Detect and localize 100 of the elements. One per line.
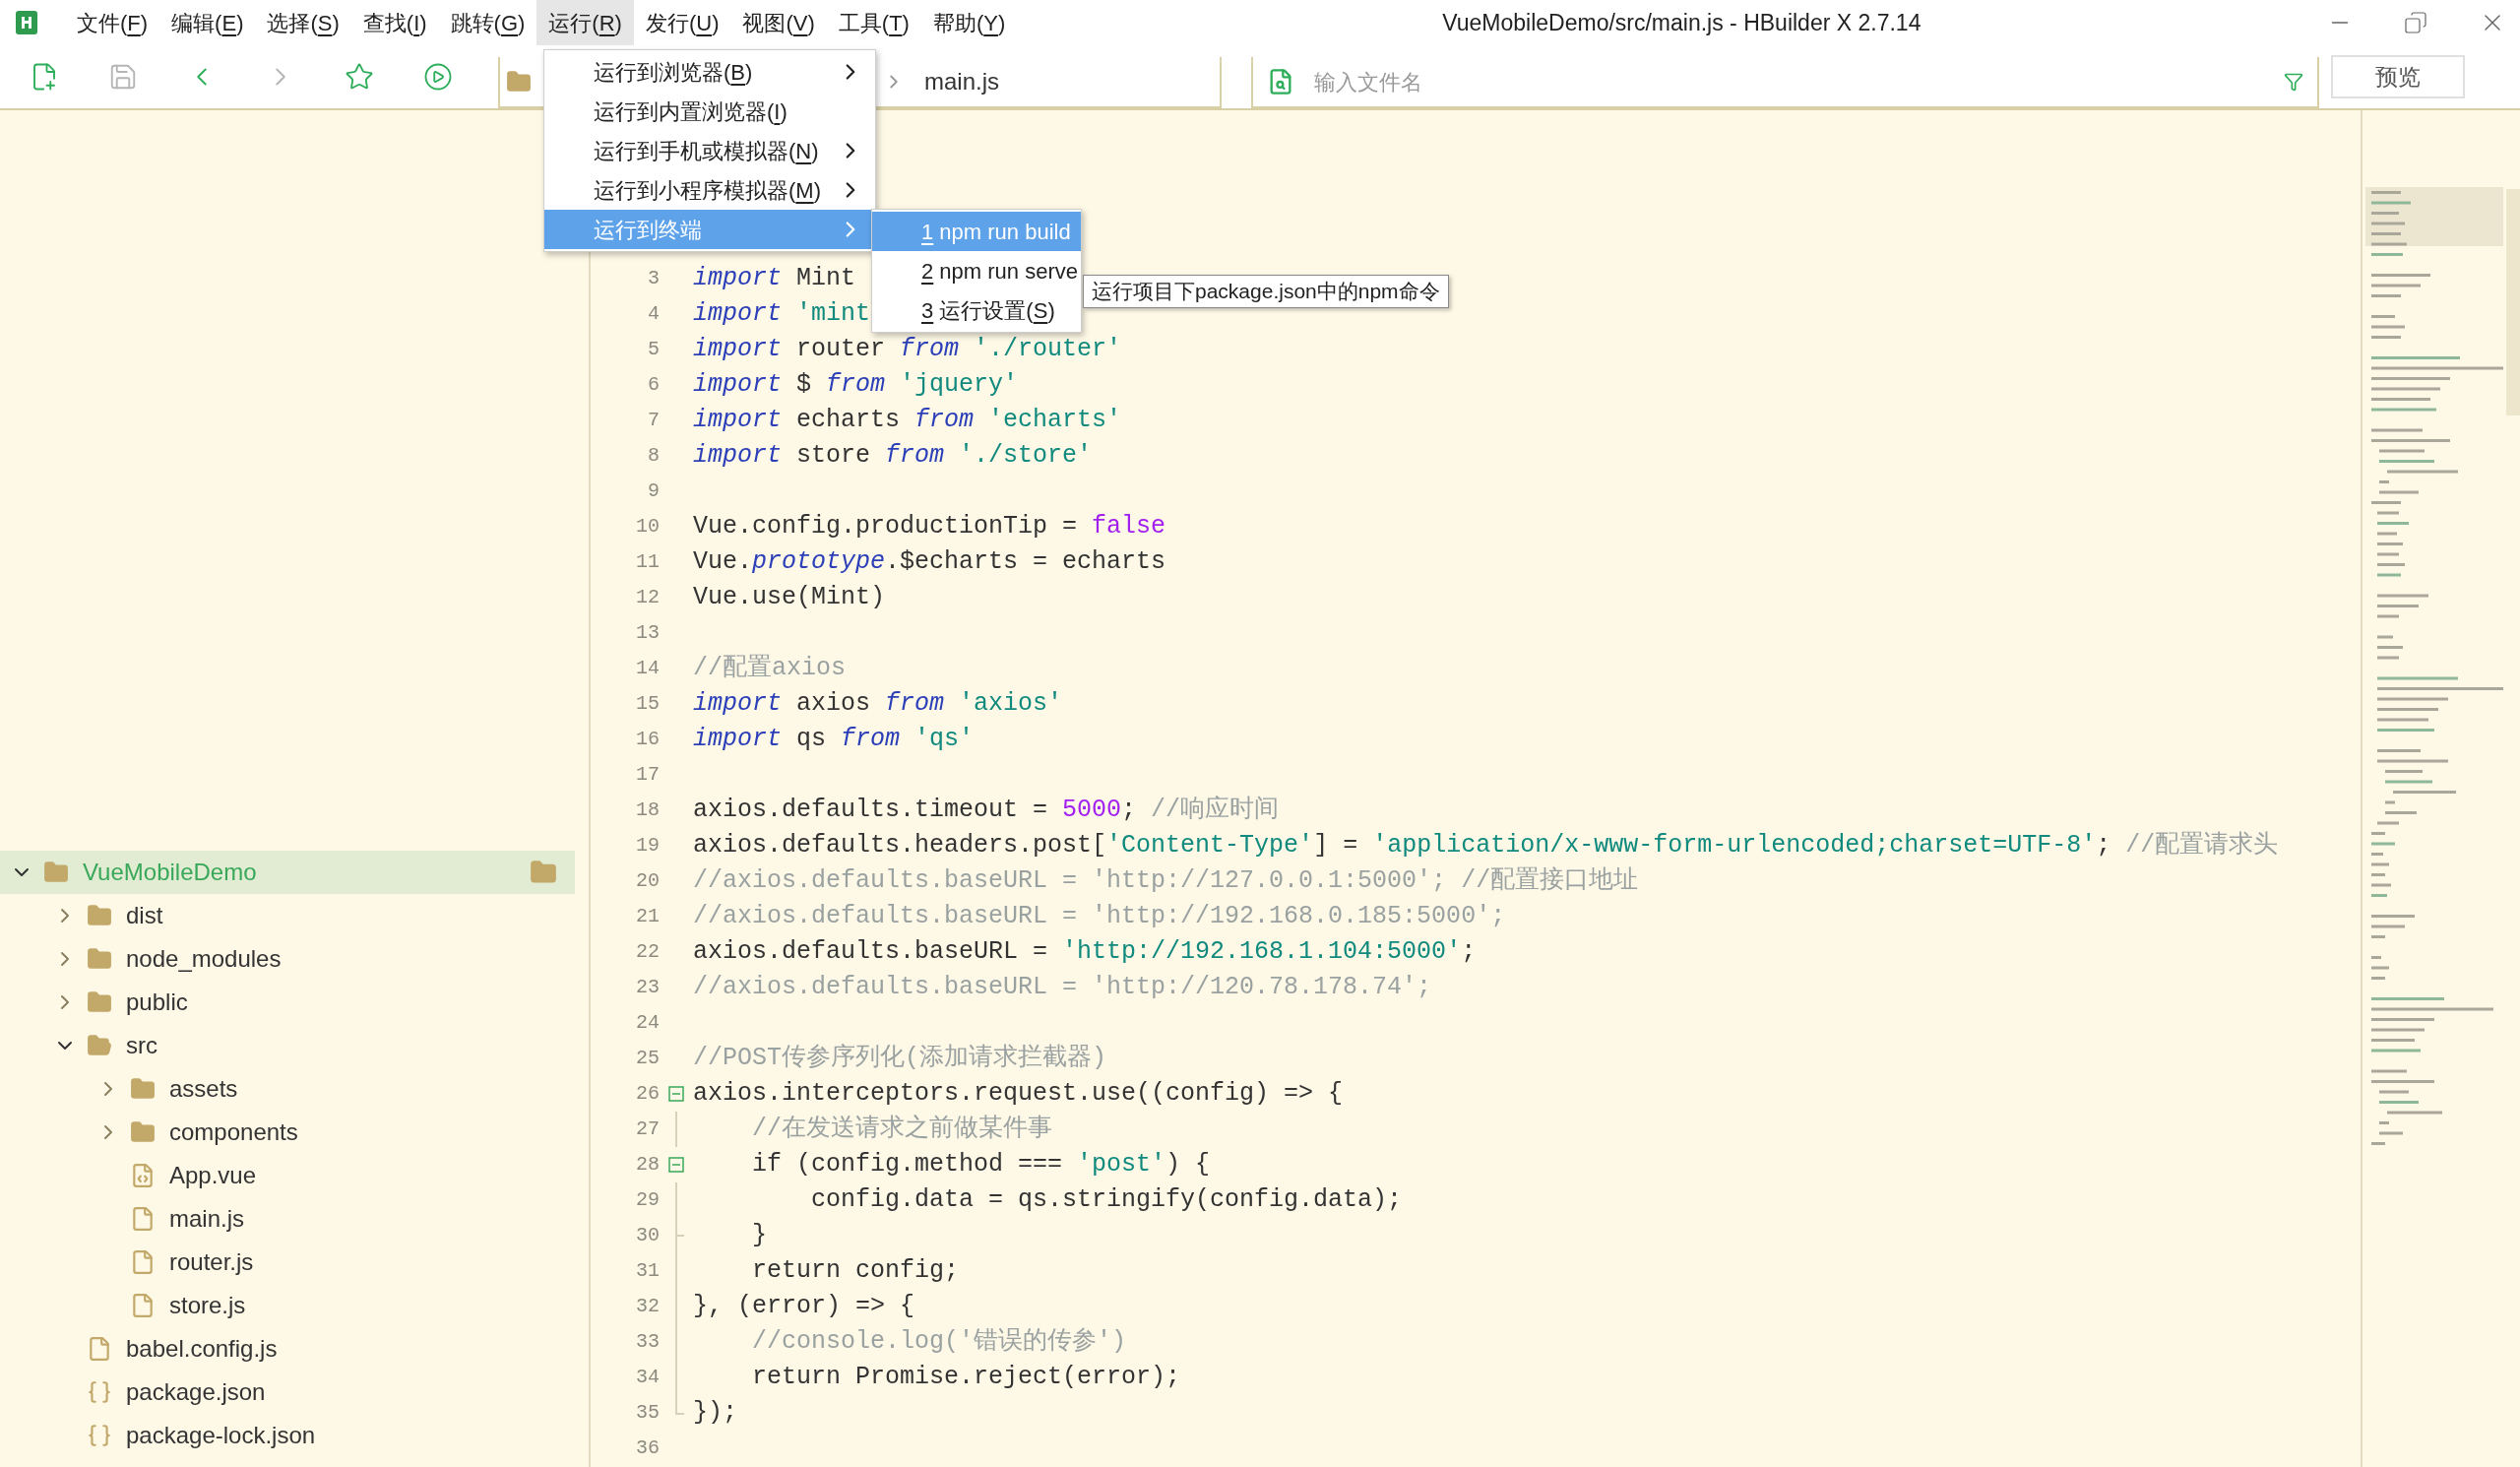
line-number: 9 [647,478,660,504]
line-number: 10 [635,514,660,540]
code-line: axios.defaults.headers.post['Content-Type'] = 'application/x-www-form-urlencoded;charset=UTF-8'; //配置请求头 [693,830,2279,862]
line-number: 8 [647,443,660,469]
line-number: 14 [635,656,660,681]
line-number: 36 [635,1435,660,1461]
tree-item-label: assets [169,1074,238,1104]
menu-item[interactable]: 跳转(G) [438,0,537,45]
tree-item-label: store.js [169,1291,246,1320]
code-line: }); [693,1397,737,1430]
tree-item-label: router.js [169,1247,254,1277]
tree-item-label: main.js [169,1204,245,1234]
line-number: 5 [647,337,660,362]
line-number: 26 [635,1081,660,1107]
line-number: 22 [635,939,660,965]
menu-item[interactable]: 文件(F) [65,0,160,45]
line-number: 12 [635,585,660,610]
code-line: //配置axios [693,653,847,685]
line-number: 4 [647,301,660,327]
line-number: 13 [635,620,660,646]
line-number: 35 [635,1400,660,1426]
code-line: import router from './router' [693,334,1122,366]
line-number: 19 [635,833,660,859]
tree-item[interactable]: store.js [87,1284,575,1327]
code-line: axios.interceptors.request.use((config) => { [693,1078,1344,1111]
line-number: 34 [635,1365,660,1390]
menu-item[interactable]: 发行(U) [633,0,731,45]
code-line: Vue.prototype.$echarts = echarts [693,546,1166,579]
tree-item[interactable]: main.js [87,1197,575,1241]
menu-item[interactable]: 工具(T) [826,0,921,45]
code-line: axios.defaults.timeout = 5000; //响应时间 [693,795,1280,827]
tree-item[interactable]: dist [43,894,575,937]
tooltip: 运行项目下package.json中的npm命令 [1083,275,1449,308]
menu-option[interactable]: 运行到浏览器(B) [544,52,875,92]
tree-item[interactable]: package.json [43,1371,575,1414]
line-number: 27 [635,1116,660,1142]
tree-item-label: App.vue [169,1161,257,1190]
tree-item[interactable]: public [43,981,575,1024]
tree-item[interactable]: node_modules [43,937,575,981]
line-number: 31 [635,1258,660,1284]
line-number: 23 [635,975,660,1000]
line-number: 3 [647,266,660,291]
code-line: } [751,1220,767,1252]
code-line: //POST传参序列化(添加请求拦截器) [693,1043,1107,1075]
preview-button[interactable]: 预览 [2331,55,2465,98]
code-line: //axios.defaults.baseURL = 'http://127.0.0.1:5000'; //配置接口地址 [693,865,1639,898]
tree-item[interactable]: package-lock.json [43,1414,575,1457]
menu-item[interactable]: 查找(I) [350,0,439,45]
code-line: Vue.use(Mint) [693,582,886,614]
line-number: 21 [635,904,660,929]
menu-option[interactable]: 3 运行设置(S) [872,290,1081,330]
menu-item[interactable]: 帮助(Y) [920,0,1018,45]
code-line: import Mint [693,263,856,295]
tree-item-label: public [126,988,188,1017]
line-number: 28 [635,1152,660,1178]
code-line: //axios.defaults.baseURL = 'http://120.78.178.74'; [693,972,1432,1004]
search-bar[interactable]: 输入文件名 [1251,57,2319,108]
tree-item-label: package.json [126,1377,266,1407]
code-line: import $ from 'jquery' [693,369,1019,402]
tree-item[interactable]: assets [87,1067,575,1111]
tree-item-label: VueMobileDemo [83,858,257,887]
menu-option[interactable]: 运行到小程序模拟器(M) [544,170,875,210]
tree-item-label: src [126,1031,158,1060]
breadcrumb-item[interactable]: main.js [924,64,1000,99]
line-number: 32 [635,1294,660,1319]
file-search-field[interactable]: 输入文件名 [1314,65,2284,98]
line-number: 24 [635,1010,660,1036]
menu-item[interactable]: 选择(S) [255,0,351,45]
code-line: import qs from 'qs' [693,724,975,756]
line-number: 6 [647,372,660,398]
tree-item[interactable]: components [87,1111,575,1154]
tree-item-label: node_modules [126,944,282,974]
line-number: 7 [647,408,660,433]
code-line: Vue.config.productionTip = false [693,511,1166,543]
menu-item[interactable]: 运行(R) [536,0,634,45]
code-line: return Promise.reject(error); [751,1362,1181,1394]
line-number: 11 [635,549,660,575]
code-line: import echarts from 'echarts' [693,405,1122,437]
tree-item[interactable]: App.vue [87,1154,575,1197]
tree-item-label: babel.config.js [126,1334,278,1364]
tree-item-label: components [169,1117,298,1147]
line-number: 33 [635,1329,660,1355]
line-number: 29 [635,1187,660,1213]
menu-option[interactable]: 运行到内置浏览器(I) [544,92,875,131]
menu-item[interactable]: 视图(V) [730,0,827,45]
code-line: //在发送请求之前做某件事 [751,1114,1052,1146]
code-line: return config; [751,1255,960,1288]
tree-item[interactable]: router.js [87,1241,575,1284]
tree-item[interactable]: src [43,1024,575,1067]
menu-item[interactable]: 编辑(E) [159,0,256,45]
code-line: config.data = qs.stringify(config.data); [810,1184,1403,1217]
tree-item-label: dist [126,901,163,930]
tree-item-label: package-lock.json [126,1421,316,1450]
code-line: axios.defaults.baseURL = 'http://192.168.1.104:5000'; [693,936,1477,969]
tree-item[interactable]: babel.config.js [43,1327,575,1371]
menu-option[interactable]: 运行到手机或模拟器(N) [544,131,875,170]
code-line: //axios.defaults.baseURL = 'http://192.168.0.185:5000'; [693,901,1506,933]
code-line: import store from './store' [693,440,1093,473]
menu-option[interactable]: 2 npm run serve [872,251,1081,290]
line-number: 15 [635,691,660,717]
